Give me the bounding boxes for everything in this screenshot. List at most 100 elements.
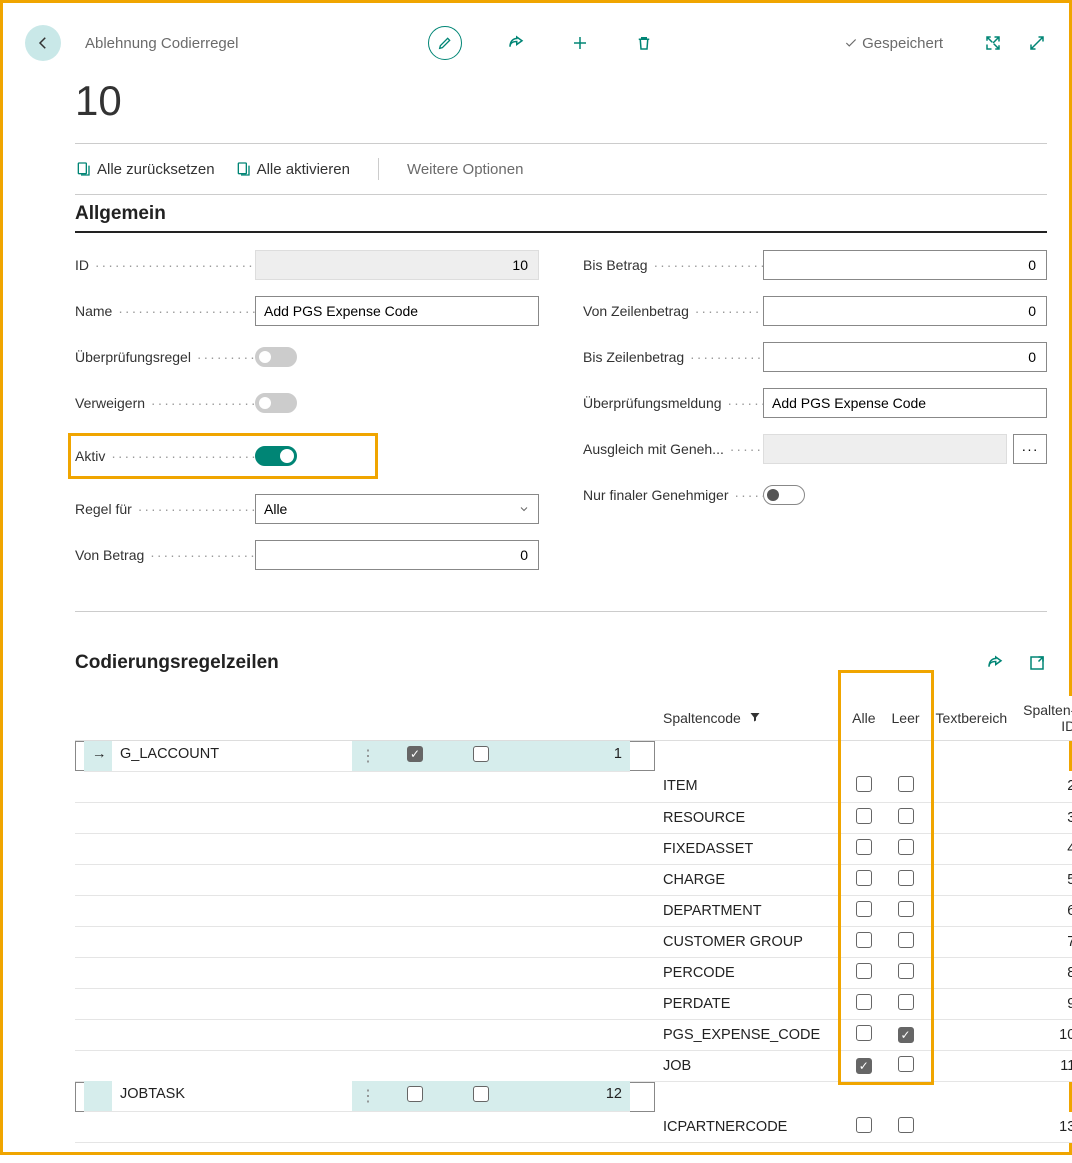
col-text-header[interactable]: Textbereich: [928, 696, 1016, 741]
alle-checkbox[interactable]: [407, 1086, 423, 1102]
filter-icon[interactable]: [749, 710, 761, 726]
alle-checkbox[interactable]: [856, 901, 872, 917]
table-row[interactable]: CUSTOMER GROUP7: [75, 926, 1072, 957]
reset-all-button[interactable]: Alle zurücksetzen: [75, 161, 215, 178]
leer-checkbox[interactable]: [898, 901, 914, 917]
cell-textrange[interactable]: [928, 833, 1016, 864]
cell-textrange[interactable]: [928, 895, 1016, 926]
cell-textrange[interactable]: [928, 988, 1016, 1019]
col-leer-header[interactable]: Leer: [884, 696, 928, 741]
activate-all-button[interactable]: Alle aktivieren: [235, 161, 350, 178]
cell-code[interactable]: ITEM: [655, 771, 828, 802]
edit-button[interactable]: [428, 26, 462, 60]
cell-textrange[interactable]: [928, 1019, 1016, 1050]
to-line-field[interactable]: [763, 342, 1047, 372]
cell-textrange[interactable]: [928, 1112, 1016, 1143]
cell-textrange[interactable]: [514, 741, 530, 772]
col-alle-header[interactable]: Alle: [844, 696, 883, 741]
alle-checkbox[interactable]: [856, 808, 872, 824]
check-msg-field[interactable]: [763, 388, 1047, 418]
table-row[interactable]: JOB11: [75, 1050, 1072, 1081]
table-row[interactable]: FIXEDASSET4: [75, 833, 1072, 864]
new-icon[interactable]: [570, 33, 590, 53]
cell-code[interactable]: G_LACCOUNT: [112, 741, 352, 772]
balance-approver-lookup-button[interactable]: ···: [1013, 434, 1047, 464]
leer-checkbox[interactable]: [898, 776, 914, 792]
name-field[interactable]: [255, 296, 539, 326]
lines-expand-icon[interactable]: [1027, 653, 1047, 673]
cell-textrange[interactable]: [514, 1081, 530, 1112]
more-options-button[interactable]: Weitere Optionen: [407, 161, 523, 178]
leer-checkbox[interactable]: [473, 1086, 489, 1102]
final-approver-toggle[interactable]: [763, 485, 805, 505]
alle-checkbox[interactable]: [856, 1025, 872, 1041]
cell-textrange[interactable]: [928, 771, 1016, 802]
leer-checkbox[interactable]: [898, 870, 914, 886]
cell-code[interactable]: RESOURCE: [655, 802, 828, 833]
leer-checkbox[interactable]: [898, 963, 914, 979]
back-button[interactable]: [25, 25, 61, 61]
active-toggle[interactable]: [255, 446, 297, 466]
alle-checkbox[interactable]: [856, 932, 872, 948]
cell-code[interactable]: PERCODE: [655, 957, 828, 988]
alle-checkbox[interactable]: [856, 1058, 872, 1074]
from-line-field[interactable]: [763, 296, 1047, 326]
cell-code[interactable]: FIXEDASSET: [655, 833, 828, 864]
cell-textrange[interactable]: [928, 1050, 1016, 1081]
alle-checkbox[interactable]: [856, 1117, 872, 1133]
leer-checkbox[interactable]: [898, 808, 914, 824]
col-code-header[interactable]: Spaltencode: [663, 710, 741, 726]
cell-code[interactable]: CUSTOMER GROUP: [655, 926, 828, 957]
table-row[interactable]: →G_LACCOUNT⋮1: [75, 741, 655, 771]
table-row[interactable]: PGS_EXPENSE_CODE10: [75, 1019, 1072, 1050]
leer-checkbox[interactable]: [898, 839, 914, 855]
cell-code[interactable]: PERDATE: [655, 988, 828, 1019]
row-menu-icon[interactable]: ⋮: [360, 1086, 376, 1106]
alle-checkbox[interactable]: [856, 994, 872, 1010]
from-amount-field[interactable]: [255, 540, 539, 570]
lines-table[interactable]: Spaltencode Alle Leer Textbereich Spalte…: [75, 696, 1072, 1143]
alle-checkbox[interactable]: [856, 963, 872, 979]
share-icon[interactable]: [506, 33, 526, 53]
expand-icon[interactable]: [1027, 33, 1047, 53]
leer-checkbox[interactable]: [898, 932, 914, 948]
table-row[interactable]: ICPARTNERCODE13: [75, 1112, 1072, 1143]
deny-toggle[interactable]: [255, 393, 297, 413]
cell-code[interactable]: DEPARTMENT: [655, 895, 828, 926]
leer-checkbox[interactable]: [898, 1027, 914, 1043]
table-row[interactable]: JOBTASK⋮12: [75, 1082, 655, 1112]
leer-checkbox[interactable]: [898, 1117, 914, 1133]
cell-textrange[interactable]: [928, 957, 1016, 988]
alle-checkbox[interactable]: [856, 776, 872, 792]
alle-checkbox[interactable]: [856, 870, 872, 886]
record-id-heading: 10: [75, 77, 1047, 125]
delete-icon[interactable]: [634, 33, 654, 53]
cell-textrange[interactable]: [928, 802, 1016, 833]
rule-for-select[interactable]: Alle: [255, 494, 539, 524]
table-row[interactable]: PERDATE9: [75, 988, 1072, 1019]
cell-code[interactable]: CHARGE: [655, 864, 828, 895]
leer-checkbox[interactable]: [898, 994, 914, 1010]
table-row[interactable]: ITEM2: [75, 771, 1072, 802]
col-id-header[interactable]: Spalten-ID: [1015, 696, 1072, 741]
table-row[interactable]: DEPARTMENT6: [75, 895, 1072, 926]
table-row[interactable]: CHARGE5: [75, 864, 1072, 895]
alle-checkbox[interactable]: [407, 746, 423, 762]
to-amount-field[interactable]: [763, 250, 1047, 280]
cell-code[interactable]: JOBTASK: [112, 1081, 352, 1112]
popout-icon[interactable]: [983, 33, 1003, 53]
table-row[interactable]: RESOURCE3: [75, 802, 1072, 833]
alle-checkbox[interactable]: [856, 839, 872, 855]
leer-checkbox[interactable]: [473, 746, 489, 762]
leer-checkbox[interactable]: [898, 1056, 914, 1072]
balance-approver-field[interactable]: [763, 434, 1007, 464]
cell-textrange[interactable]: [928, 864, 1016, 895]
check-rule-toggle[interactable]: [255, 347, 297, 367]
cell-code[interactable]: ICPARTNERCODE: [655, 1112, 828, 1143]
table-row[interactable]: PERCODE8: [75, 957, 1072, 988]
cell-code[interactable]: PGS_EXPENSE_CODE: [655, 1019, 828, 1050]
cell-textrange[interactable]: [928, 926, 1016, 957]
row-menu-icon[interactable]: ⋮: [360, 746, 376, 766]
lines-share-icon[interactable]: [985, 653, 1005, 673]
cell-code[interactable]: JOB: [655, 1050, 828, 1081]
